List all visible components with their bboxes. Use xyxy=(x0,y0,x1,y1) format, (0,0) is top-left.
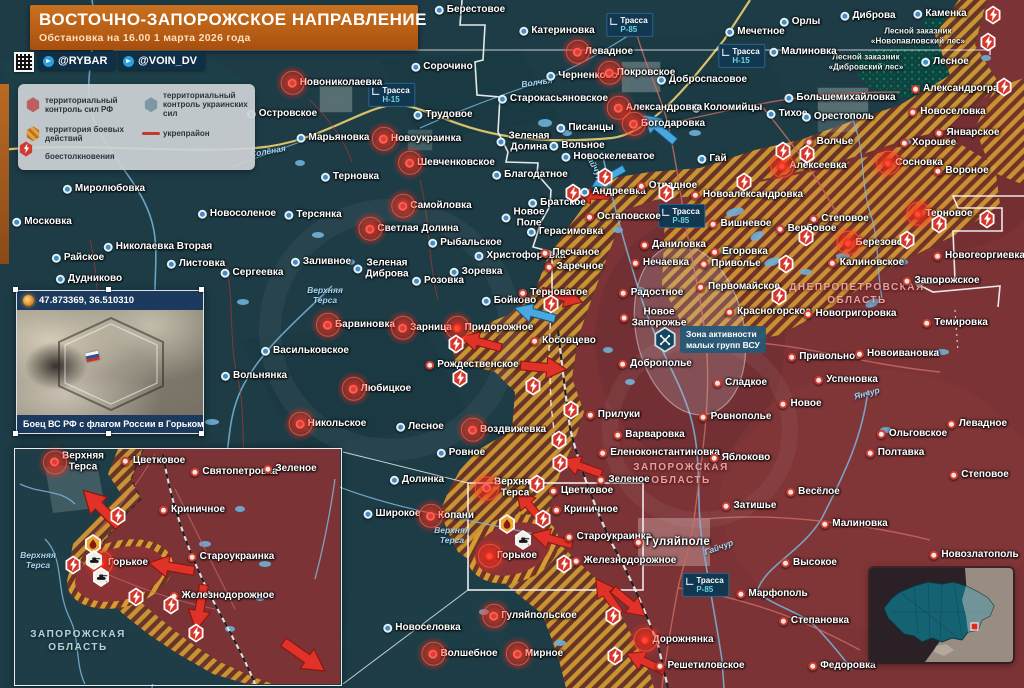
telegram-icon xyxy=(43,56,54,67)
vsu-activity-badge: Зона активности малых групп ВСУ xyxy=(653,326,766,353)
photo-coordinates: 47.873369, 36.510310 xyxy=(39,295,134,306)
drone-icon xyxy=(653,327,677,353)
legend-label: боестолкновения xyxy=(45,152,115,161)
legend-label: территория боевых действий xyxy=(45,125,137,143)
legend-item-rf: территориальный контроль сил РФ xyxy=(26,91,142,119)
vsu-activity-label: Зона активности малых групп ВСУ xyxy=(680,326,766,353)
handle-label: @VOIN_DV xyxy=(138,55,197,67)
map-title: ВОСТОЧНО-ЗАПОРОЖСКОЕ НАПРАВЛЕНИЕ xyxy=(39,10,408,30)
legend-item-ua: территориальный контроль украинских сил xyxy=(144,91,249,119)
geo-marker-icon xyxy=(23,295,34,306)
ukraine-locator-map xyxy=(870,568,1013,662)
selection-handle xyxy=(13,287,18,292)
map-poster: БерестовоеКатериновкаСорочиноЧерненковоС… xyxy=(0,0,1024,688)
handle-label: @RYBAR xyxy=(58,55,107,67)
photo-header: 47.873369, 36.510310 xyxy=(17,291,203,310)
map-subtitle: Обстановка на 16.00 1 марта 2026 года xyxy=(39,32,408,44)
selection-handle xyxy=(13,431,18,436)
legend-label: территориальный контроль украинских сил xyxy=(163,91,249,119)
left-accent-strip xyxy=(0,84,9,264)
rf-control-icon xyxy=(26,97,40,112)
telegram-handle-voindv: @VOIN_DV xyxy=(118,52,205,70)
legend-item-fort: укрепрайон xyxy=(144,125,249,143)
legend-label: территориальный контроль сил РФ xyxy=(45,96,137,114)
selection-handle xyxy=(199,431,204,436)
selection-handle xyxy=(106,287,111,292)
location-marker xyxy=(971,623,978,630)
legend-item-clash: боестолкновения xyxy=(26,149,142,164)
fortified-line-icon xyxy=(142,132,160,135)
qr-code xyxy=(14,52,34,72)
legend: территориальный контроль сил РФ территор… xyxy=(18,84,255,170)
photo-inset: 47.873369, 36.510310 Боец ВС РФ с флагом… xyxy=(16,290,204,434)
ua-control-icon xyxy=(144,97,158,112)
selection-handle xyxy=(199,287,204,292)
title-banner: ВОСТОЧНО-ЗАПОРОЖСКОЕ НАПРАВЛЕНИЕ Обстано… xyxy=(30,5,418,50)
telegram-icon xyxy=(123,56,134,67)
selection-handle xyxy=(106,431,111,436)
legend-item-combat: территория боевых действий xyxy=(26,125,142,143)
inset-village-grid xyxy=(45,463,105,513)
photo-image xyxy=(17,310,203,415)
combat-zone-icon xyxy=(26,126,40,141)
zoom-inset-map xyxy=(14,448,342,686)
inset-map-canvas xyxy=(15,449,340,684)
legend-label: укрепрайон xyxy=(163,129,210,138)
clash-icon xyxy=(19,141,33,156)
telegram-handle-rybar: @RYBAR xyxy=(38,52,115,70)
